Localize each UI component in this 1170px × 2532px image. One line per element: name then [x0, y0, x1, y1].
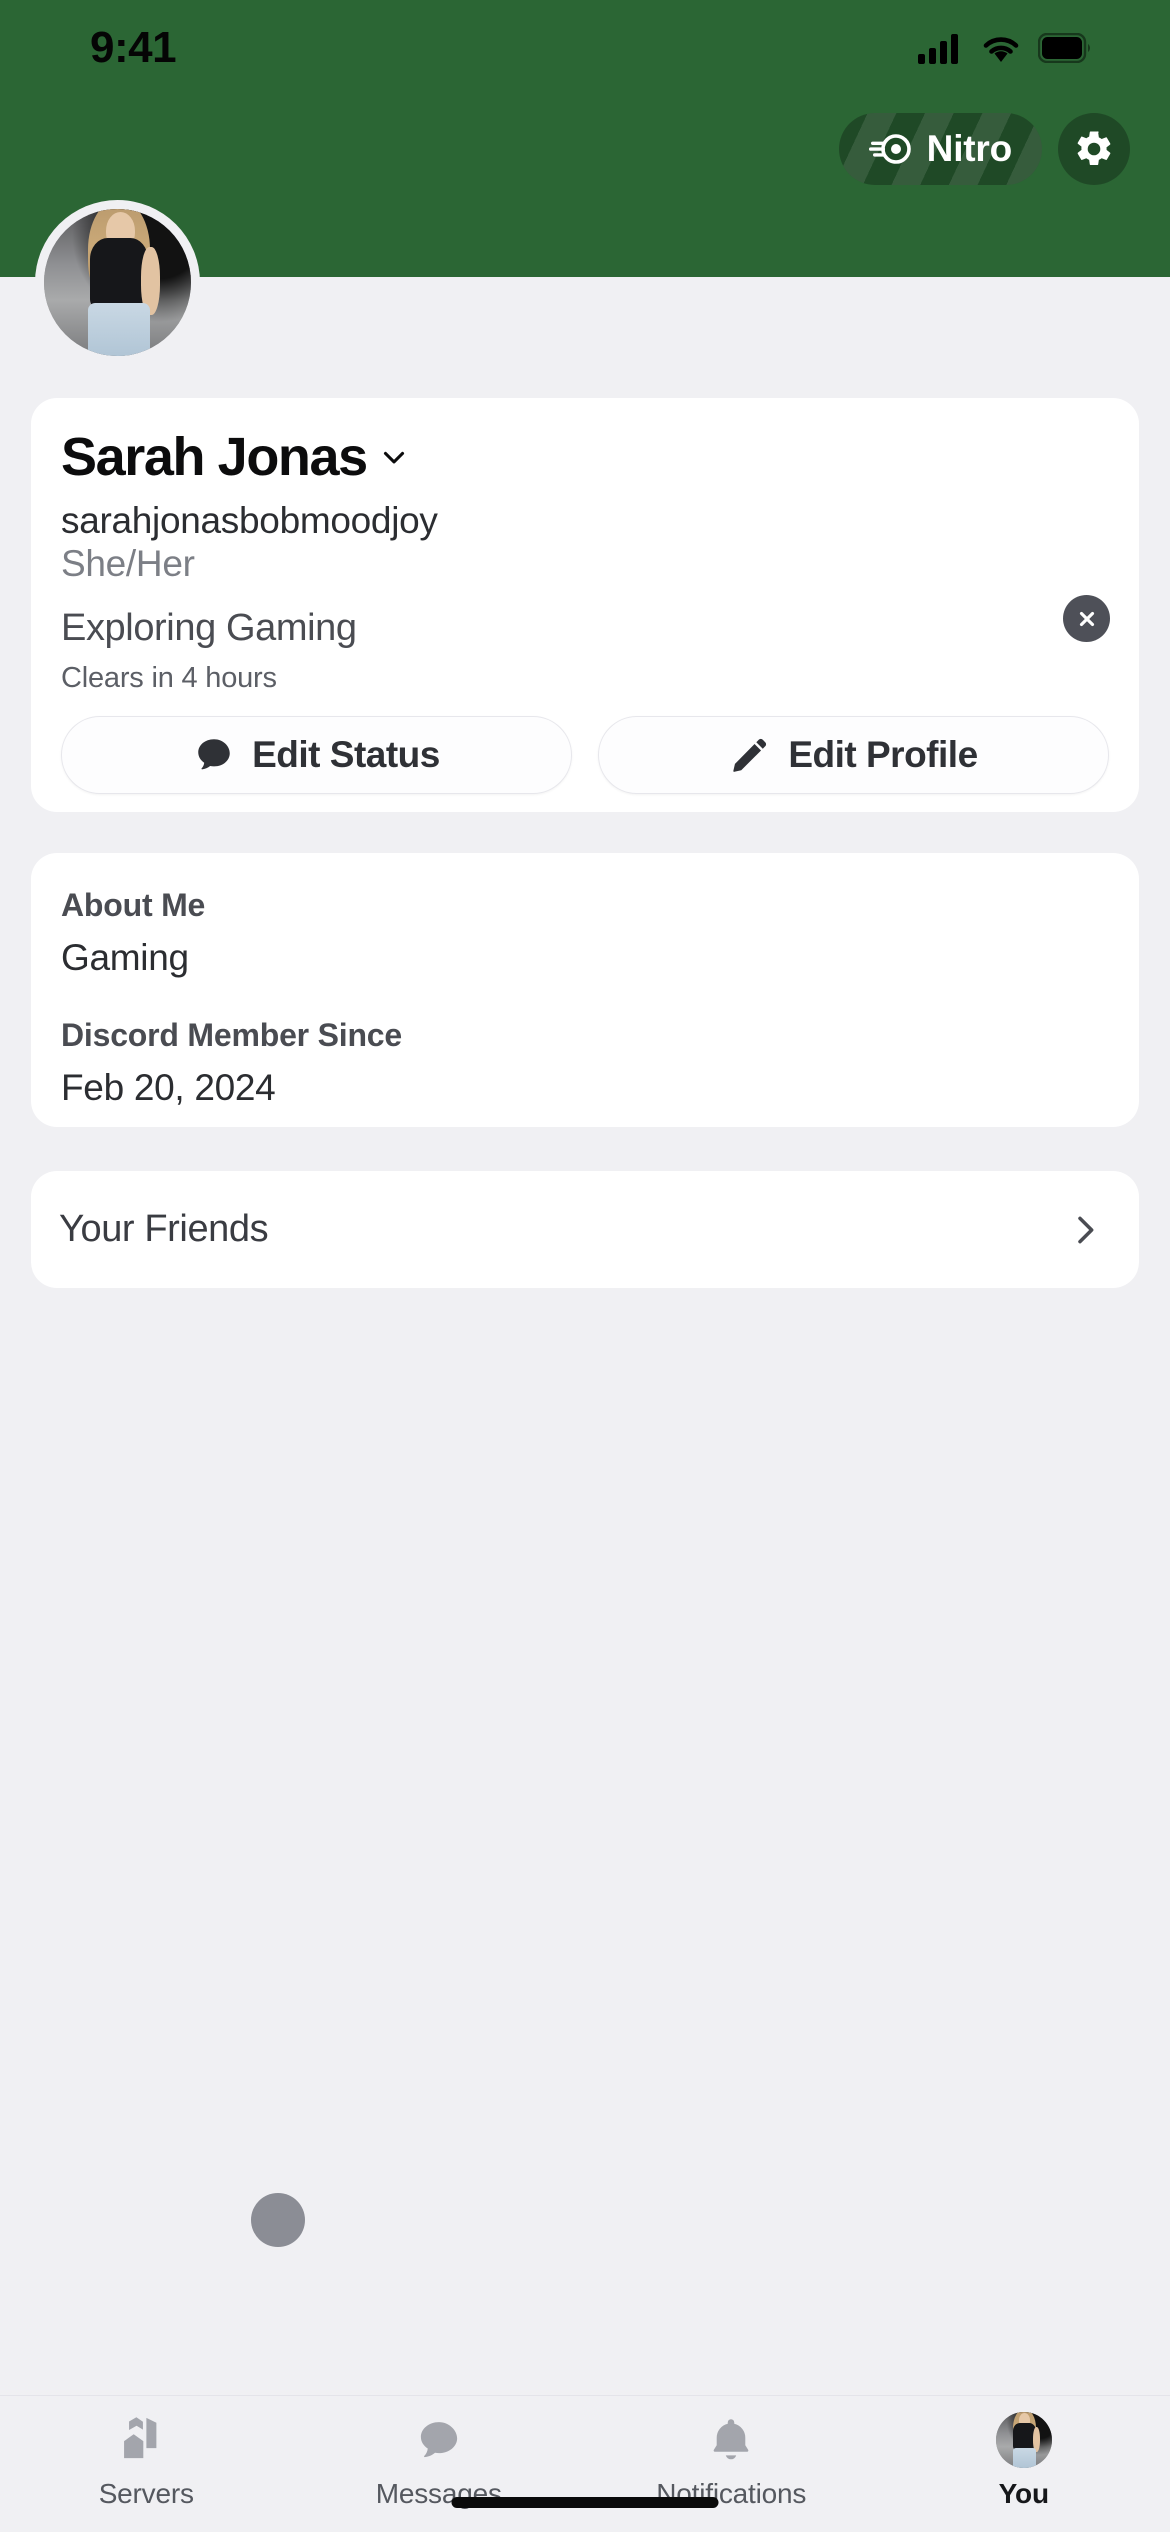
nitro-button-label: Nitro — [926, 127, 1013, 169]
about-me-title: About Me — [61, 887, 206, 923]
member-since-value: Feb 20, 2024 — [61, 1067, 276, 1108]
user-avatar-icon — [995, 2412, 1052, 2468]
battery-icon — [1038, 33, 1090, 63]
settings-button[interactable] — [1058, 112, 1130, 185]
status-expiry: Clears in 4 hours — [61, 662, 277, 694]
nitro-button[interactable]: Nitro — [838, 112, 1042, 185]
wifi-icon — [983, 37, 1019, 62]
avatar-jeans — [88, 303, 150, 356]
profile-avatar-ring[interactable] — [35, 200, 200, 365]
status-bar-time: 9:41 — [90, 23, 177, 72]
about-me-value: Gaming — [61, 937, 189, 978]
cellular-signal-icon — [918, 34, 958, 64]
edit-status-button[interactable]: Edit Status — [61, 716, 572, 794]
avatar-top — [89, 238, 149, 309]
about-card: About Me Gaming Discord Member Since Feb… — [31, 853, 1139, 1127]
tab-avatar-jeans — [1012, 2447, 1037, 2468]
clear-status-button[interactable] — [1063, 595, 1110, 642]
avatar[interactable] — [44, 209, 191, 356]
your-friends-row[interactable]: Your Friends — [31, 1171, 1139, 1288]
messages-bubble-icon — [420, 2422, 457, 2458]
status-bar: 9:41 — [0, 0, 1170, 96]
your-friends-label: Your Friends — [59, 1208, 269, 1250]
profile-action-buttons: Edit Status Edit Profile — [61, 716, 1109, 794]
edit-profile-button[interactable]: Edit Profile — [598, 716, 1109, 794]
bell-icon — [713, 2419, 749, 2460]
header-actions: Nitro — [0, 96, 1170, 201]
edit-profile-label: Edit Profile — [788, 734, 978, 775]
your-friends-card[interactable]: Your Friends — [31, 1171, 1139, 1288]
member-since-title: Discord Member Since — [61, 1017, 403, 1053]
status-bar-indicators — [918, 32, 1092, 64]
tab-messages[interactable]: Messages — [293, 2412, 586, 2510]
tab-you[interactable]: You — [878, 2412, 1170, 2510]
nitro-wheel-icon — [868, 133, 911, 164]
tab-servers[interactable]: Servers — [0, 2412, 293, 2510]
discord-profile-screen: 9:41 Nitro Sarah Jonas sarahjonasbobmood… — [0, 0, 1170, 2532]
edit-status-label: Edit Status — [252, 734, 440, 775]
pencil-icon — [733, 738, 767, 772]
display-name: Sarah Jonas — [61, 427, 368, 487]
tab-servers-label: Servers — [98, 2478, 194, 2509]
gear-icon — [1077, 130, 1111, 165]
pronouns: She/Her — [61, 543, 195, 584]
username: sarahjonasbobmoodjoy — [61, 500, 438, 541]
tab-you-label: You — [998, 2478, 1049, 2509]
servers-icon — [124, 2417, 157, 2459]
bottom-tab-bar: Servers Messages Notifications You — [0, 2395, 1170, 2532]
close-icon — [1079, 611, 1094, 626]
display-name-row[interactable]: Sarah Jonas — [61, 426, 411, 488]
home-indicator[interactable] — [451, 2497, 719, 2508]
chevron-right-icon[interactable] — [1065, 1210, 1105, 1250]
profile-card: Sarah Jonas sarahjonasbobmoodjoy She/Her… — [31, 398, 1139, 812]
chevron-down-icon[interactable] — [377, 440, 411, 474]
custom-status: Exploring Gaming — [61, 607, 357, 649]
speech-bubble-icon — [198, 739, 230, 770]
messages-head-dot — [251, 2193, 305, 2247]
tab-notifications[interactable]: Notifications — [585, 2412, 878, 2510]
